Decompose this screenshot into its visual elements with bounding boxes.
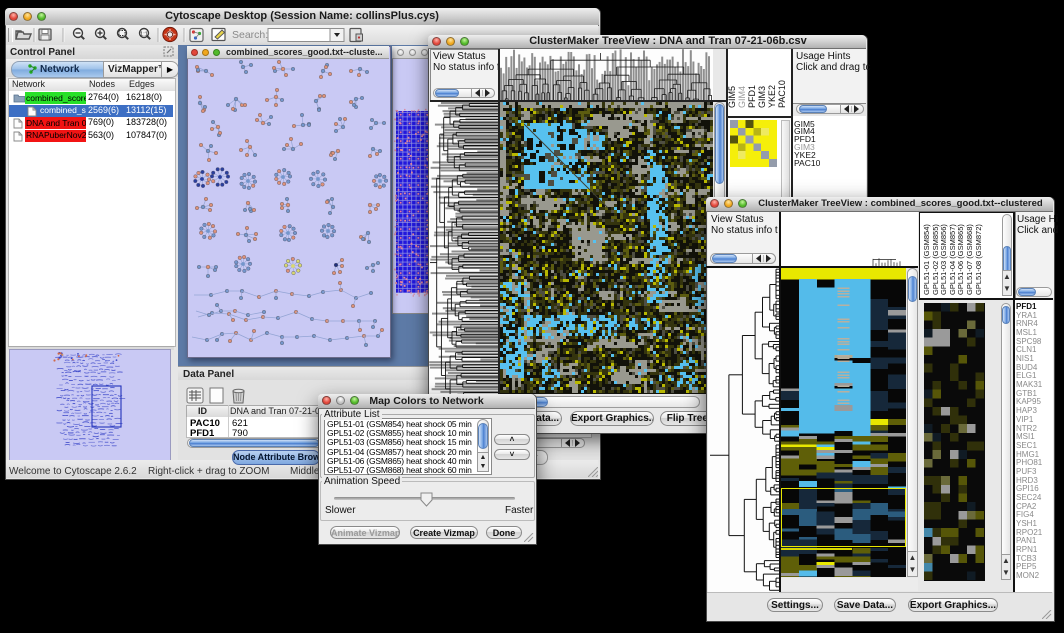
svg-text:Search:: Search: xyxy=(232,29,268,41)
svg-text:1:1: 1:1 xyxy=(140,32,148,38)
